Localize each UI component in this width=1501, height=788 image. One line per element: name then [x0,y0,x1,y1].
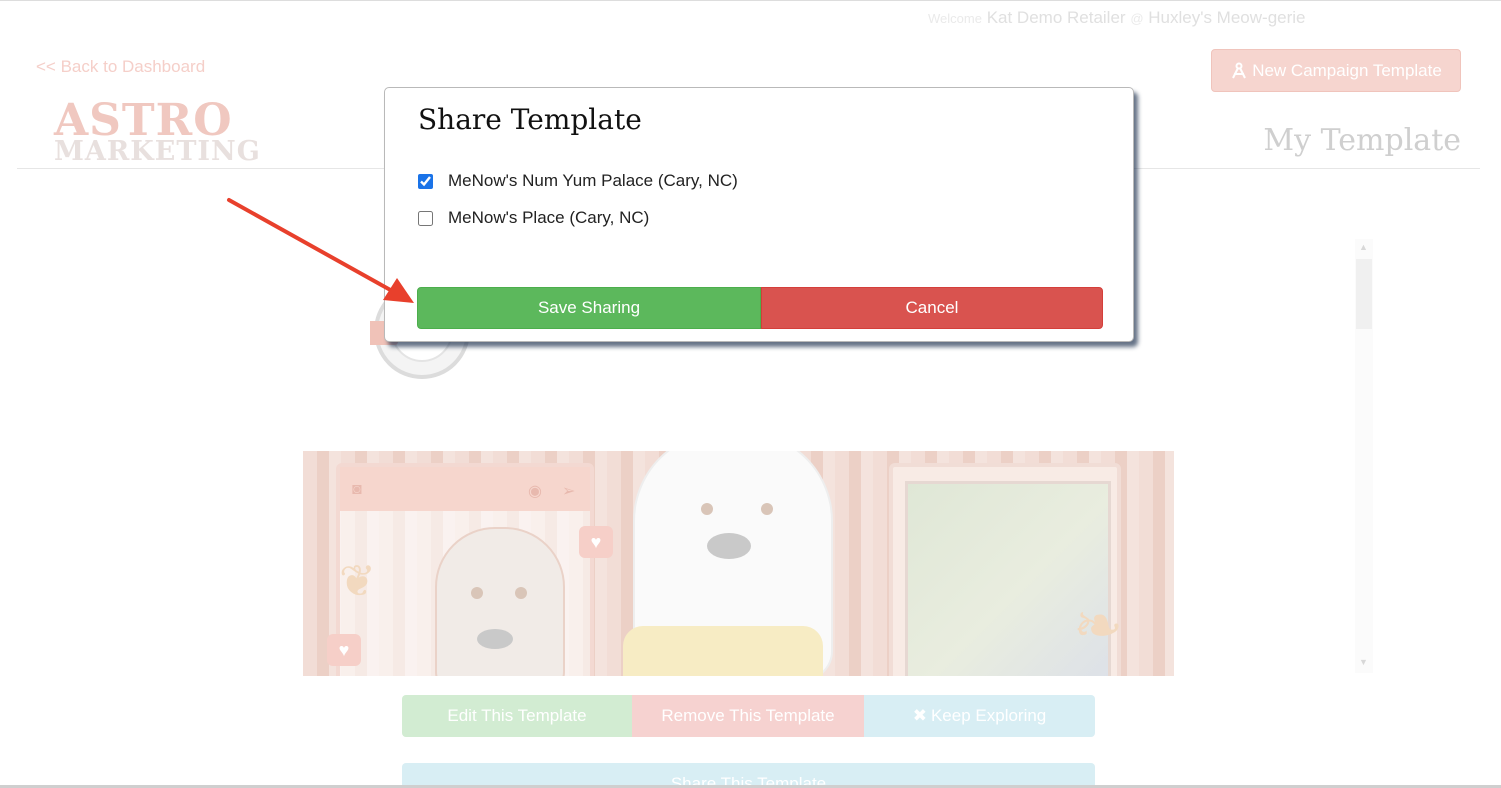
save-sharing-button[interactable]: Save Sharing [417,287,761,329]
dog-scarf [623,626,823,676]
share-option-num-yum-palace[interactable]: MeNow's Num Yum Palace (Cary, NC) [417,171,738,191]
share-option-menows-place[interactable]: MeNow's Place (Cary, NC) [417,208,649,228]
astro-marketing-logo: ASTRO MARKETING [54,95,282,167]
page-title: My Template [1263,123,1461,158]
leaf-decoration-icon: ❦ [339,557,376,606]
scroll-up-arrow-icon[interactable]: ▲ [1359,242,1368,252]
welcome-prefix: Welcome [928,11,982,26]
modal-title: Share Template [418,103,642,136]
edit-template-button[interactable]: Edit This Template [402,695,632,737]
share-template-modal: Share Template MeNow's Num Yum Palace (C… [384,87,1134,342]
user-name: Kat Demo Retailer [986,8,1126,27]
close-icon: ✖ [912,706,927,725]
at-sign: @ [1130,11,1144,26]
scroll-down-arrow-icon[interactable]: ▼ [1359,657,1368,667]
new-campaign-template-button[interactable]: New Campaign Template [1211,49,1461,92]
dog-photo-left [435,527,565,676]
heart-bubble-icon: ♥ [579,526,613,558]
logo-line-2: MARKETING [54,136,261,167]
scrollbar-thumb[interactable] [1356,259,1372,329]
keep-exploring-label: Keep Exploring [930,706,1047,725]
back-to-dashboard-link[interactable]: << Back to Dashboard [36,57,205,77]
record-icon: ◉ [528,483,542,500]
logo-line-1: ASTRO [54,95,233,146]
modal-action-buttons: Save Sharing Cancel [417,287,1103,329]
share-option-label: MeNow's Place (Cary, NC) [448,208,650,227]
share-checkbox-num-yum-palace[interactable] [418,173,433,189]
store-name: Huxley's Meow-gerie [1148,8,1306,27]
share-option-label: MeNow's Num Yum Palace (Cary, NC) [448,171,738,190]
leaf-decoration-icon: ❧ [1073,592,1124,659]
phone-mockup-bar: ◙ ◉ ➢ [340,467,590,511]
camera-icon: ◙ [352,481,362,498]
cancel-button[interactable]: Cancel [761,287,1103,329]
template-preview-banner: ◙ ◉ ➢ ♥ ♥ ❦ ❧ [303,451,1174,676]
share-checkbox-menows-place[interactable] [418,210,433,226]
keep-exploring-button[interactable]: ✖ Keep Exploring [864,695,1095,737]
remove-template-button[interactable]: Remove This Template [632,695,864,737]
template-action-buttons: Edit This Template Remove This Template … [402,695,1095,737]
new-campaign-label: New Campaign Template [1252,60,1442,80]
welcome-text: Welcome Kat Demo Retailer @ Huxley's Meo… [928,8,1306,28]
compass-icon [1232,62,1247,78]
send-icon: ➢ [562,483,576,500]
heart-bubble-icon: ♥ [327,634,361,666]
